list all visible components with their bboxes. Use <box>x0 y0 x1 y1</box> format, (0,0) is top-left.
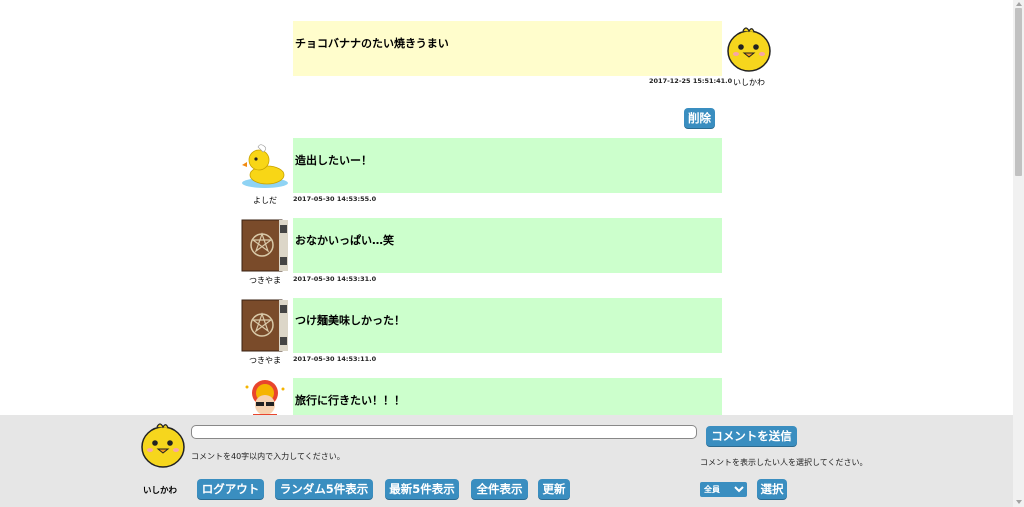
message-username: いしかわ <box>733 78 765 87</box>
message-timestamp: 2017-05-30 14:53:55.0 <box>293 195 377 203</box>
spellbook-icon <box>241 299 288 352</box>
user-filter-select[interactable]: 全員 <box>700 482 747 497</box>
send-comment-button[interactable]: コメントを送信 <box>706 426 797 447</box>
chick-icon <box>141 423 185 468</box>
refresh-button[interactable]: 更新 <box>538 479 570 500</box>
delete-button[interactable]: 削除 <box>684 108 715 129</box>
scrollbar[interactable] <box>1013 0 1024 507</box>
comment-bar: いしかわ コメントを40字以内で入力してください。 コメントを送信 コメントを表… <box>0 415 1013 507</box>
message-username: つきやま <box>249 276 281 285</box>
scroll-down-icon[interactable] <box>1016 500 1022 504</box>
current-username: いしかわ <box>143 486 178 496</box>
comment-input[interactable] <box>191 425 697 439</box>
message-username: つきやま <box>249 356 281 365</box>
message-list[interactable]: チョコバナナのたい焼きうまい 2017-12-25 15:51:41.0 いしか… <box>0 0 1013 415</box>
message-text: つけ麺美味しかった！ <box>295 314 405 327</box>
message-timestamp: 2017-05-30 14:53:31.0 <box>293 275 377 283</box>
latest-5-button[interactable]: 最新5件表示 <box>385 479 459 500</box>
message-text: 造出したいー！ <box>295 154 372 167</box>
festival-person-icon <box>245 380 285 415</box>
message-text: チョコバナナのたい焼きうまい <box>295 37 449 50</box>
show-all-button[interactable]: 全件表示 <box>471 479 528 500</box>
chick-icon <box>727 27 771 72</box>
message-timestamp: 2017-05-30 14:53:11.0 <box>293 355 377 363</box>
message-text: 旅行に行きたい！！！ <box>295 394 405 407</box>
comment-hint: コメントを40字以内で入力してください。 <box>191 452 345 461</box>
scrollbar-thumb[interactable] <box>1015 8 1022 176</box>
random-5-button[interactable]: ランダム5件表示 <box>275 479 373 500</box>
scroll-up-icon[interactable] <box>1016 2 1022 6</box>
message-bubble: 旅行に行きたい！！！ <box>293 378 722 415</box>
rubber-duck-icon <box>242 144 288 188</box>
message-text: おなかいっぱい…笑 <box>295 234 394 247</box>
message-bubble: 造出したいー！ <box>293 138 722 193</box>
message-timestamp: 2017-12-25 15:51:41.0 <box>649 77 733 85</box>
message-username: よしだ <box>253 196 277 205</box>
spellbook-icon <box>241 219 288 272</box>
filter-hint: コメントを表示したい人を選択してください。 <box>700 458 868 467</box>
logout-button[interactable]: ログアウト <box>197 479 264 500</box>
message-bubble: おなかいっぱい…笑 <box>293 218 722 273</box>
message-bubble: つけ麺美味しかった！ <box>293 298 722 353</box>
select-button[interactable]: 選択 <box>757 479 787 500</box>
message-bubble: チョコバナナのたい焼きうまい <box>293 21 722 76</box>
chat-page: チョコバナナのたい焼きうまい 2017-12-25 15:51:41.0 いしか… <box>0 0 1013 507</box>
